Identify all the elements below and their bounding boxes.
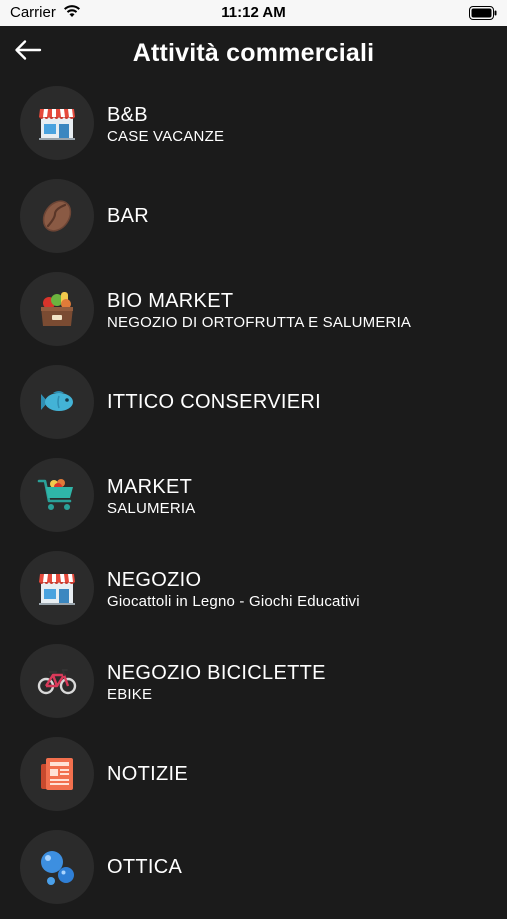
bubbles-icon <box>41 851 74 885</box>
item-subtitle: NEGOZIO DI ORTOFRUTTA E SALUMERIA <box>107 314 412 331</box>
list-item-ottica[interactable]: OTTICA <box>0 826 507 919</box>
list-item-bio-market[interactable]: BIO MARKET NEGOZIO DI ORTOFRUTTA E SALUM… <box>0 268 507 361</box>
list-item-bar[interactable]: BAR <box>0 175 507 268</box>
page-title: Attività commerciali <box>132 39 375 67</box>
item-title: BIO MARKET <box>107 290 234 312</box>
item-subtitle: EBIKE <box>107 686 153 703</box>
icon-circle <box>20 272 94 346</box>
navigation-bar: Attività commerciali <box>0 26 507 82</box>
icon-circle <box>20 644 94 718</box>
store-icon <box>39 109 75 140</box>
newspaper-icon <box>41 758 73 790</box>
item-title: NOTIZIE <box>107 763 188 785</box>
fish-icon <box>41 391 73 411</box>
item-subtitle: CASE VACANZE <box>107 128 225 145</box>
item-title: NEGOZIO <box>107 569 202 591</box>
battery-icon <box>469 6 497 24</box>
shopping-cart-icon <box>37 479 73 510</box>
item-title: OTTICA <box>107 856 183 878</box>
icon-circle <box>20 86 94 160</box>
list-item-negozio[interactable]: NEGOZIO Giocattoli in Legno - Giochi Edu… <box>0 547 507 640</box>
item-subtitle: Giocattoli in Legno - Giochi Educativi <box>107 593 360 610</box>
store-icon <box>39 574 75 605</box>
produce-crate-icon <box>41 292 73 326</box>
status-time: 11:12 AM <box>221 4 286 21</box>
list-item-notizie[interactable]: NOTIZIE <box>0 733 507 826</box>
icon-circle <box>20 737 94 811</box>
bicycle-icon <box>37 669 77 695</box>
coffee-bean-icon <box>42 200 72 232</box>
list-item-negozio-biciclette[interactable]: NEGOZIO BICICLETTE EBIKE <box>0 640 507 733</box>
item-title: NEGOZIO BICICLETTE <box>107 662 326 684</box>
status-bar: Carrier 11:12 AM <box>0 0 507 26</box>
item-subtitle: SALUMERIA <box>107 500 196 517</box>
item-title: MARKET <box>107 476 193 498</box>
item-title: B&B <box>107 104 148 126</box>
icon-circle <box>20 830 94 904</box>
category-list: B&B CASE VACANZE BAR BIO MARKET NEGOZIO … <box>0 82 507 919</box>
icon-circle <box>20 179 94 253</box>
list-item-bb[interactable]: B&B CASE VACANZE <box>0 82 507 175</box>
list-item-ittico-conservieri[interactable]: ITTICO CONSERVIERI <box>0 361 507 454</box>
item-title: BAR <box>107 205 150 227</box>
list-item-market[interactable]: MARKET SALUMERIA <box>0 454 507 547</box>
icon-circle <box>20 551 94 625</box>
item-title: ITTICO CONSERVIERI <box>107 391 321 413</box>
icon-circle <box>20 458 94 532</box>
icon-circle <box>20 365 94 439</box>
